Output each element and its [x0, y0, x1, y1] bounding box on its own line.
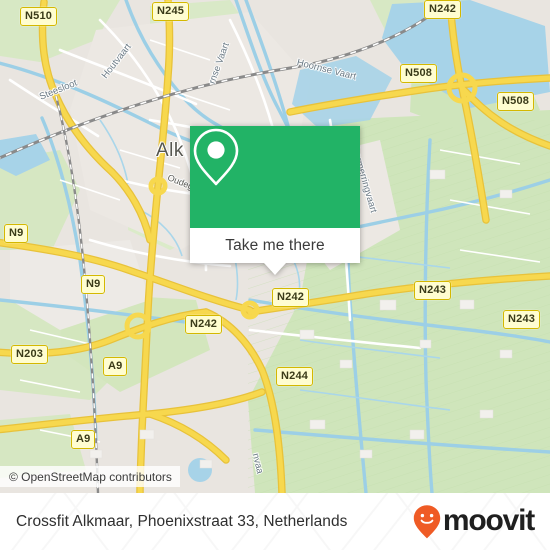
osm-attribution-text: © OpenStreetMap contributors: [9, 469, 172, 484]
moovit-smiley-pin-icon: [413, 504, 441, 538]
road-shield: A9: [103, 357, 128, 376]
road-shield: N9: [81, 275, 106, 294]
map-canvas[interactable]: N510 N245 N242 N508 N508 N9 N9 N242 N243 N243 N242…: [0, 0, 550, 493]
take-me-there-label: Take me there: [225, 236, 325, 254]
location-caption: Crossfit Alkmaar, Phoenixstraat 33, Neth…: [16, 512, 348, 530]
popup-footer[interactable]: Take me there: [190, 228, 360, 275]
location-popup[interactable]: Take me there: [190, 126, 360, 275]
road-shield: N243: [503, 310, 541, 329]
map-pin-icon: [193, 128, 239, 186]
road-shield: N244: [276, 367, 314, 386]
road-shield: N203: [11, 345, 49, 364]
road-shield: N510: [20, 7, 58, 26]
popup-pointer: [264, 263, 286, 275]
popup-header: [190, 126, 360, 228]
road-shield: N242: [272, 288, 310, 307]
footer-bar: Crossfit Alkmaar, Phoenixstraat 33, Neth…: [0, 493, 550, 550]
road-shield: N9: [4, 224, 29, 243]
moovit-wordmark: moovit: [442, 503, 535, 537]
road-shield: N242: [424, 0, 462, 19]
road-shield: N243: [414, 281, 452, 300]
moovit-map-screenshot: N510 N245 N242 N508 N508 N9 N9 N242 N243 N243 N242…: [0, 0, 550, 550]
moovit-logo[interactable]: moovit: [412, 503, 535, 540]
road-shield: A9: [71, 430, 96, 449]
osm-attribution[interactable]: © OpenStreetMap contributors: [0, 466, 180, 487]
road-shield: N508: [497, 92, 535, 111]
road-shield: N508: [400, 64, 438, 83]
road-shield: N245: [152, 2, 190, 21]
road-shield: N242: [185, 315, 223, 334]
